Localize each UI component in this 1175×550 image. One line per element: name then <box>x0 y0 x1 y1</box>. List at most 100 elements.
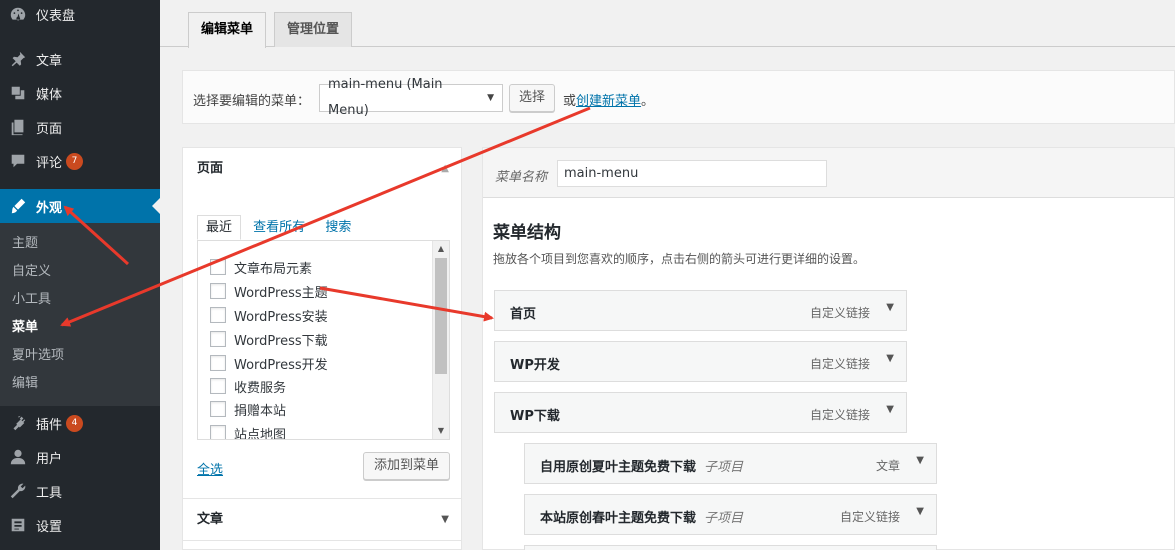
checkbox[interactable] <box>210 378 226 394</box>
checkbox[interactable] <box>210 283 226 299</box>
appearance-submenu: 主题 自定义 小工具 菜单 夏叶选项 编辑 <box>0 223 160 406</box>
nav-label: 页面 <box>36 121 63 137</box>
nav-label: 工具 <box>36 485 63 501</box>
tab-manage-locations[interactable]: 管理位置 <box>274 12 353 47</box>
menu-item[interactable]: WP下载 自定义链接 ▼ <box>494 392 907 433</box>
media-icon <box>0 84 36 102</box>
submenu-customize[interactable]: 自定义 <box>0 258 160 286</box>
submenu-editor[interactable]: 编辑 <box>0 370 160 398</box>
scroll-up-icon[interactable]: ▲ <box>433 241 449 257</box>
pages-checklist: 文章布局元素 WordPress主题 WordPress安装 WordPress… <box>197 240 450 440</box>
chevron-down-icon[interactable]: ▼ <box>441 499 449 541</box>
menu-item-type: 自定义链接 <box>809 408 870 422</box>
menu-structure-panel: 菜单名称 main-menu 菜单结构 拖放各个项目到您喜欢的顺序，点击右侧的箭… <box>482 147 1175 550</box>
menu-item-type: 自定义链接 <box>809 357 870 371</box>
menu-item-label: 首页 <box>510 307 537 322</box>
menu-item[interactable]: 本站原创春叶主题免费下载 子项目 自定义链接 ▼ <box>524 494 937 535</box>
menu-item-label: 自用原创夏叶主题免费下载 <box>540 460 697 475</box>
wrench-icon <box>0 482 36 500</box>
tab-recent[interactable]: 最近 <box>197 215 242 240</box>
list-item[interactable]: WordPress主题 <box>210 279 328 303</box>
settings-icon <box>0 516 36 534</box>
menu-name-label: 菜单名称 <box>495 170 548 185</box>
checkbox[interactable] <box>210 425 226 439</box>
submenu-menus[interactable]: 菜单 <box>0 314 160 342</box>
list-item[interactable]: WordPress开发 <box>210 351 328 375</box>
scrollbar-thumb[interactable] <box>435 258 447 374</box>
nav-plugins[interactable]: 插件 4 <box>0 406 160 440</box>
choose-button[interactable]: 选择 <box>509 84 555 112</box>
menu-select-bar: 选择要编辑的菜单： main-menu (Main Menu) ▼ 选择 或创建… <box>182 70 1175 124</box>
list-item[interactable]: 站点地图 <box>210 421 287 440</box>
page-label: 捐赠本站 <box>234 403 287 419</box>
menu-structure-description: 拖放各个项目到您喜欢的顺序，点击右侧的箭头可进行更详细的设置。 <box>493 252 866 266</box>
list-item[interactable]: 文章布局元素 <box>210 255 312 279</box>
checkbox[interactable] <box>210 259 226 275</box>
menu-item[interactable]: WP开发 自定义链接 ▼ <box>494 341 907 382</box>
nav-users[interactable]: 用户 <box>0 440 160 474</box>
page-label: 站点地图 <box>234 427 287 440</box>
submenu-theme-options[interactable]: 夏叶选项 <box>0 342 160 370</box>
menu-item[interactable] <box>524 545 937 550</box>
create-new-menu-link[interactable]: 创建新菜单 <box>576 94 641 109</box>
menu-dropdown[interactable]: main-menu (Main Menu) ▼ <box>319 77 503 118</box>
page-label: 收费服务 <box>234 380 287 396</box>
nav-appearance[interactable]: 外观 <box>0 189 160 223</box>
submenu-themes[interactable]: 主题 <box>0 230 160 258</box>
nav-label: 插件 <box>36 417 63 433</box>
page-label: WordPress开发 <box>234 357 328 373</box>
nav-posts[interactable]: 文章 <box>0 42 160 76</box>
menu-name-bar: 菜单名称 main-menu <box>483 148 1174 198</box>
add-items-panel: 页面 ▲ 最近 查看所有 搜索 文章布局元素 WordPress主题 WordP… <box>182 147 462 550</box>
chevron-down-icon[interactable]: ▼ <box>916 506 924 517</box>
menu-item-type: 自定义链接 <box>809 306 870 320</box>
menu-item-label: WP下载 <box>510 409 560 424</box>
nav-dashboard[interactable]: 仪表盘 <box>0 0 160 31</box>
menu-item-title: WP下载 <box>510 405 560 424</box>
nav-comments[interactable]: 评论 7 <box>0 144 160 178</box>
nav-label: 设置 <box>36 519 63 535</box>
user-icon <box>0 448 36 466</box>
posts-section-header[interactable]: 文章 ▼ <box>183 498 461 540</box>
nav-label: 仪表盘 <box>36 8 76 24</box>
chevron-up-icon[interactable]: ▲ <box>441 148 449 190</box>
plugin-icon <box>0 414 36 432</box>
chevron-down-icon[interactable]: ▼ <box>886 302 894 313</box>
list-scrollbar[interactable]: ▲ ▼ <box>432 241 449 439</box>
add-to-menu-button[interactable]: 添加到菜单 <box>363 452 450 480</box>
posts-section-title: 文章 <box>197 512 224 527</box>
checkbox[interactable] <box>210 331 226 347</box>
tab-edit-menu[interactable]: 编辑菜单 <box>188 12 267 48</box>
period-text: 。 <box>641 94 655 109</box>
chevron-down-icon[interactable]: ▼ <box>886 353 894 364</box>
checkbox[interactable] <box>210 307 226 323</box>
scroll-down-icon[interactable]: ▼ <box>433 423 449 439</box>
list-item[interactable]: WordPress安装 <box>210 303 328 327</box>
checkbox[interactable] <box>210 401 226 417</box>
list-item[interactable]: 捐赠本站 <box>210 397 286 421</box>
plugin-update-badge: 4 <box>66 414 84 432</box>
nav-settings[interactable]: 设置 <box>0 508 160 542</box>
menu-name-input[interactable]: main-menu <box>557 160 827 187</box>
menu-item[interactable]: 首页 自定义链接 ▼ <box>494 290 907 331</box>
tab-search[interactable]: 搜索 <box>317 216 359 241</box>
list-item[interactable]: 收费服务 <box>210 374 286 398</box>
nav-pages[interactable]: 页面 <box>0 110 160 144</box>
tab-view-all[interactable]: 查看所有 <box>245 216 313 241</box>
nav-tools[interactable]: 工具 <box>0 474 160 508</box>
page-label: 文章布局元素 <box>234 261 313 277</box>
menu-item-title: 首页 <box>510 303 536 322</box>
admin-sidebar: 仪表盘 文章 媒体 页面 评论 7 外观 主题 自定义 小工具 菜单 夏叶选项 … <box>0 0 160 550</box>
chevron-down-icon[interactable]: ▼ <box>886 404 894 415</box>
pages-section-header[interactable]: 页面 ▲ <box>183 148 461 190</box>
menu-item[interactable]: 自用原创夏叶主题免费下载 子项目 文章 ▼ <box>524 443 937 484</box>
chevron-down-icon[interactable]: ▼ <box>916 455 924 466</box>
submenu-widgets[interactable]: 小工具 <box>0 286 160 314</box>
nav-media[interactable]: 媒体 <box>0 76 160 110</box>
list-item[interactable]: WordPress下载 <box>210 327 328 351</box>
select-all-link[interactable]: 全选 <box>197 459 223 478</box>
nav-label: 文章 <box>36 53 63 69</box>
checkbox[interactable] <box>210 355 226 371</box>
menu-item-title: 本站原创春叶主题免费下载 子项目 <box>540 507 743 526</box>
menu-tabs: 编辑菜单 管理位置 <box>160 0 1175 48</box>
